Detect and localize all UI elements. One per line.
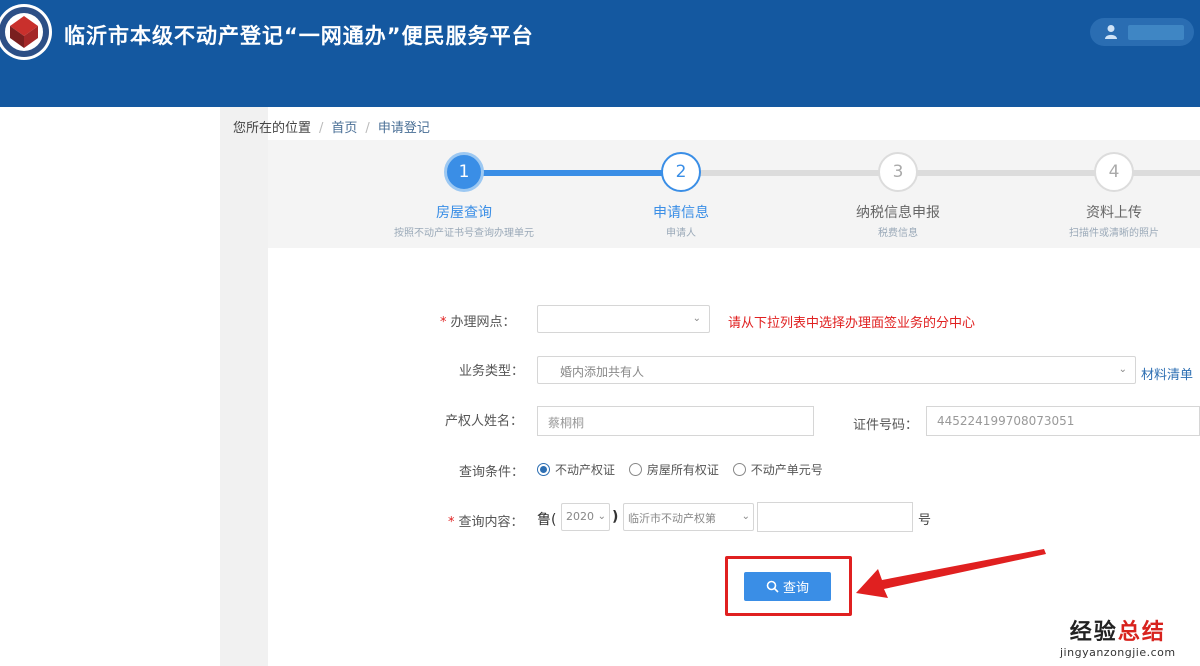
watermark-url: jingyanzongjie.com [1060,646,1176,659]
query-button-label: 查询 [782,581,809,596]
radio-checked-icon [537,463,550,476]
step-3-circle: 3 [878,152,918,192]
breadcrumb: 您所在的位置 / 首页 / 申请登记 [233,117,430,136]
step-2-circle: 2 [661,152,701,192]
progress-track-done [464,170,680,176]
step-2-title: 申请信息 [653,205,709,221]
step-4-circle: 4 [1094,152,1134,192]
radio-unchecked-icon [732,463,746,476]
chevron-down-icon: ⌄ [741,511,750,522]
outlet-select[interactable]: ⌄ [537,305,710,333]
business-type-label: 业务类型： [459,364,525,379]
progress-steps: 1 2 3 4 房屋查询 申请信息 纳税信息申报 资料上传 按照不动产证书号查询… [268,140,1200,248]
step-4-subtitle: 扫描件或清晰的照片 [1069,228,1159,239]
radio-option-unit-number[interactable]: 不动产单元号 [732,463,823,477]
year-select-value: 2020 [566,510,594,523]
year-select[interactable]: 2020 ⌄ [561,503,610,531]
breadcrumb-separator: / [365,121,370,136]
content-left-gutter [220,107,268,666]
id-number-input[interactable]: 445224199708073051 [926,406,1200,436]
step-2-subtitle: 申请人 [666,228,696,239]
outlet-label-text: 办理网点： [450,315,516,330]
breadcrumb-prefix: 您所在的位置 [233,121,312,136]
radio-option-property-cert[interactable]: 不动产权证 [537,463,615,477]
business-type-select[interactable]: 婚内添加共有人 ⌄ [537,356,1136,384]
radio-label: 不动产单元号 [750,463,823,477]
site-logo-icon [0,4,52,60]
step-3-subtitle: 税费信息 [878,228,918,239]
annotation-arrow-icon [856,549,1046,598]
content-label: * 查询内容： [448,511,524,530]
user-menu[interactable] [1090,18,1194,46]
breadcrumb-home-link[interactable]: 首页 [331,121,357,136]
user-name-masked [1128,25,1184,40]
materials-list-link[interactable]: 材料清单 [1141,364,1193,383]
outlet-label: * 办理网点： [440,311,516,330]
step-1-subtitle: 按照不动产证书号查询办理单元 [394,228,534,239]
owner-name-label: 产权人姓名： [445,414,524,429]
site-title: 临沂市本级不动产登记“一网通办”便民服务平台 [64,24,534,48]
radio-unchecked-icon [628,463,642,476]
watermark-title-left: 经验 [1069,620,1118,645]
radio-label: 房屋所有权证 [646,463,719,477]
step-4-title: 资料上传 [1086,205,1142,221]
watermark-title-right: 总结 [1117,620,1166,645]
step-1-circle: 1 [444,152,484,192]
chevron-down-icon: ⌄ [692,313,701,324]
left-blank-pane [0,107,220,666]
condition-radio-group: 不动产权证 房屋所有权证 不动产单元号 [537,461,833,478]
condition-label: 查询条件： [459,465,525,480]
radio-option-house-cert[interactable]: 房屋所有权证 [628,463,719,477]
content-suffix: 号 [918,513,932,528]
watermark: 经验总结 jingyanzongjie.com [1060,614,1176,659]
owner-name-input[interactable]: 蔡桐桐 [537,406,814,436]
city-select[interactable]: 临沂市不动产权第 ⌄ [623,503,754,531]
content-label-text: 查询内容： [458,515,524,530]
step-3-title: 纳税信息申报 [856,205,940,221]
top-header: 临沂市本级不动产登记“一网通办”便民服务平台 [0,0,1200,107]
query-button[interactable]: 查询 [744,572,831,601]
breadcrumb-separator: / [319,121,324,136]
chevron-down-icon: ⌄ [1118,364,1127,375]
required-marker: * [448,515,455,530]
business-type-value: 婚内添加共有人 [560,365,645,379]
content-prefix: 鲁( [537,512,557,528]
content-paren-close: ) [612,509,619,525]
required-marker: * [440,315,447,330]
watermark-title: 经验总结 [1060,614,1176,646]
step-1-title: 房屋查询 [436,205,492,221]
cert-number-input[interactable] [757,502,913,532]
outlet-hint: 请从下拉列表中选择办理面签业务的分中心 [728,316,976,331]
breadcrumb-current[interactable]: 申请登记 [378,121,430,136]
user-icon [1105,25,1117,39]
search-icon [766,580,779,593]
id-number-label: 证件号码： [853,418,919,433]
chevron-down-icon: ⌄ [597,511,606,522]
radio-label: 不动产权证 [555,463,616,477]
city-select-value: 临沂市不动产权第 [628,512,716,525]
